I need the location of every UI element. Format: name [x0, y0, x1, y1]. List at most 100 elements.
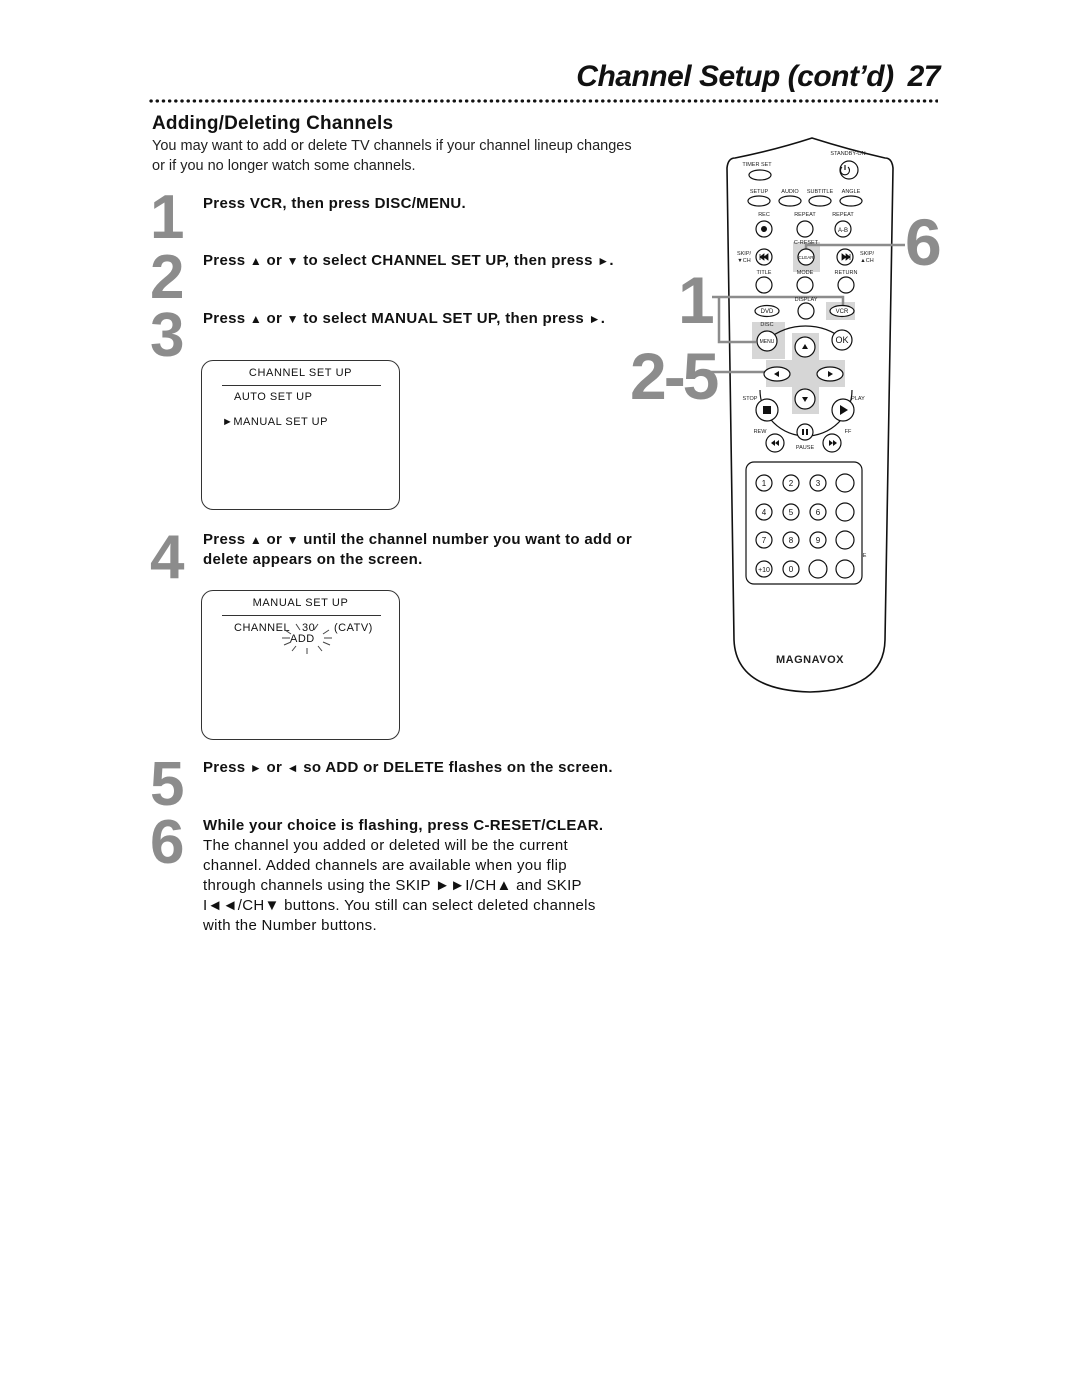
- right-arrow-icon: ►: [597, 254, 610, 268]
- remote-label: PAUSE: [796, 445, 815, 451]
- remote-label: ▼CH: [737, 258, 750, 264]
- timer-set-button[interactable]: [748, 169, 772, 181]
- remote-label: RETURN: [835, 270, 858, 276]
- screen-title: CHANNEL SET UP: [248, 367, 353, 379]
- remote-label: VCR: [836, 309, 849, 315]
- down-arrow-icon: ▼: [286, 533, 299, 547]
- remote-label: SKIP/: [737, 251, 752, 257]
- remote-label: 0: [789, 565, 794, 574]
- tv-screen-channel-setup: CHANNEL SET UP AUTO SET UP ►MANUAL SET U…: [201, 360, 400, 510]
- dotted-divider: [148, 98, 938, 104]
- remote-label: 7: [762, 536, 767, 545]
- up-arrow-icon: ▲: [249, 254, 263, 268]
- setup-button[interactable]: [747, 195, 771, 207]
- return-button[interactable]: [837, 276, 855, 294]
- section-title: Adding/Deleting Channels: [152, 113, 394, 134]
- step-1-text: Press VCR, then press DISC/MENU.: [203, 195, 467, 212]
- step-number-3: 3: [150, 301, 184, 370]
- record-dot-icon: [761, 226, 767, 232]
- pause-button[interactable]: [796, 423, 814, 441]
- screen-rule: [222, 385, 381, 386]
- remote-label: ▲CH: [860, 258, 873, 264]
- flash-rays-icon: [282, 623, 332, 654]
- label-standby: STANDBY-ON: [830, 151, 865, 157]
- step-number-4: 4: [150, 523, 184, 592]
- remote-label: DISPLAY: [795, 297, 818, 303]
- remote-label: 6: [816, 508, 821, 517]
- subtitle-button[interactable]: [808, 195, 832, 207]
- remote-label: AUDIO: [781, 189, 799, 195]
- menu-item-manual-setup: ►MANUAL SET UP: [222, 416, 328, 428]
- label-timer-set: TIMER SET: [742, 162, 772, 168]
- remote-label: 1: [762, 479, 767, 488]
- remote-label: REW: [754, 429, 768, 435]
- brand-logo: MAGNAVOX: [776, 654, 844, 666]
- stop-icon: [763, 406, 771, 414]
- remote-label: 8: [789, 536, 794, 545]
- remote-label: 2: [789, 479, 794, 488]
- remote-label: 4: [762, 508, 767, 517]
- remote-label: CLEAR: [798, 255, 814, 260]
- intro-text: You may want to add or delete TV channel…: [152, 138, 632, 174]
- step-5-text: Press ► or ◄ so ADD or DELETE flashes on…: [203, 759, 613, 776]
- speed-button[interactable]: [835, 473, 855, 493]
- audio-button[interactable]: [778, 195, 802, 207]
- step-number-2: 2: [150, 243, 184, 312]
- down-arrow-icon: ▼: [286, 254, 299, 268]
- right-arrow-icon: ►: [588, 312, 601, 326]
- repeat-button[interactable]: [796, 220, 814, 238]
- screen-title: MANUAL SET UP: [252, 597, 349, 609]
- remote-label: SUBTITLE: [807, 189, 834, 195]
- search-mode-button[interactable]: [835, 559, 855, 579]
- up-arrow-icon: ▲: [249, 533, 263, 547]
- step-number-5: 5: [150, 750, 184, 819]
- remote-label: A-B: [838, 228, 848, 234]
- mode-button[interactable]: [796, 276, 814, 294]
- remote-label: REPEAT: [794, 212, 816, 218]
- screen-rule: [222, 615, 381, 616]
- remote-label: +10: [758, 567, 770, 574]
- remote-label: DISC: [760, 322, 773, 328]
- step-number-1: 1: [150, 183, 184, 252]
- slow-button[interactable]: [835, 502, 855, 522]
- tv-screen-manual-setup: MANUAL SET UP CHANNEL 30 (CATV) ADD: [201, 590, 400, 740]
- remote-body: [726, 137, 894, 693]
- remote-label: TITLE: [757, 270, 772, 276]
- remote-label: REC: [758, 212, 770, 218]
- remote-label: SKIP/: [860, 251, 875, 257]
- angle-button[interactable]: [839, 195, 863, 207]
- remote-label: MENU: [760, 339, 775, 345]
- page-header: Channel Setup (cont’d) 27: [560, 60, 940, 94]
- zoom-button[interactable]: [808, 559, 828, 579]
- remote-label: OK: [835, 335, 848, 345]
- remote-label: MODE: [797, 270, 814, 276]
- remote-label: C-RESET: [794, 240, 819, 246]
- right-arrow-icon: ►: [249, 761, 263, 775]
- down-arrow-icon: ▼: [286, 312, 299, 326]
- remote-label: 3: [816, 479, 821, 488]
- selection-pointer-icon: ►: [222, 416, 234, 428]
- remote-label: PLAY: [851, 396, 865, 402]
- remote-label: 9: [816, 536, 821, 545]
- remote-label: ANGLE: [842, 189, 861, 195]
- vcrtv-button[interactable]: [835, 530, 855, 550]
- step-number-6: 6: [150, 808, 184, 877]
- left-arrow-icon: ◄: [286, 761, 299, 775]
- remote-label: 5: [789, 508, 794, 517]
- step-4-text: Press ▲ or ▼ until the channel number yo…: [203, 531, 632, 568]
- title-button[interactable]: [755, 276, 773, 294]
- step-3-text: Press ▲ or ▼ to select MANUAL SET UP, th…: [203, 310, 606, 327]
- step-6-text: While your choice is flashing, press C-R…: [203, 817, 604, 934]
- remote-label: STOP: [743, 396, 758, 402]
- remote-label: DVD: [761, 309, 774, 315]
- up-arrow-icon: ▲: [249, 312, 263, 326]
- menu-item-auto-setup: AUTO SET UP: [234, 391, 313, 403]
- remote-label: REPEAT: [832, 212, 854, 218]
- display-button[interactable]: [797, 302, 815, 320]
- page-title: Channel Setup (cont’d): [576, 60, 894, 93]
- step-2-text: Press ▲ or ▼ to select CHANNEL SET UP, t…: [203, 252, 614, 269]
- page-number: 27: [907, 60, 941, 93]
- remote-control: STANDBY-ON TIMER SET SETUP AUDIO SUBTITL…: [708, 137, 905, 693]
- remote-label: SETUP: [750, 189, 769, 195]
- remote-label: FF: [845, 429, 852, 435]
